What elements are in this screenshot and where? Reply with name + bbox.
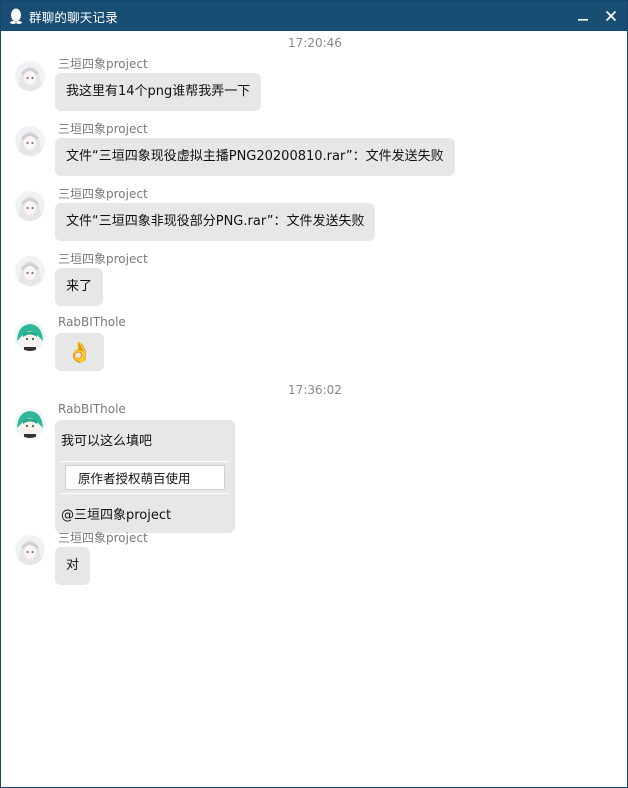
message-bubble[interactable]: 文件“三垣四象现役虚拟主播PNG20200810.rar”：文件发送失败: [55, 138, 455, 176]
emoji-bubble[interactable]: 👌: [55, 333, 104, 371]
timestamp: 17:36:02: [288, 383, 342, 397]
title-bar[interactable]: 群聊的聊天记录: [1, 1, 627, 31]
message-bubble[interactable]: 文件“三垣四象非现役部分PNG.rar”：文件发送失败: [55, 203, 376, 241]
avatar[interactable]: [15, 126, 45, 156]
minimize-button[interactable]: [569, 1, 597, 31]
avatar[interactable]: [15, 535, 45, 565]
avatar[interactable]: [15, 408, 45, 438]
chat-history-window: 群聊的聊天记录 17:20:46 三垣四象project 我这里有14个png谁…: [0, 0, 628, 788]
sender-name: 三垣四象project: [58, 531, 148, 545]
sender-name: RabBIThole: [58, 402, 126, 416]
close-icon: [605, 10, 617, 22]
mention-line: @三垣四象project: [61, 508, 172, 523]
sender-name: 三垣四象project: [58, 252, 148, 266]
sender-name: 三垣四象project: [58, 187, 148, 201]
message-list[interactable]: 17:20:46 三垣四象project 我这里有14个png谁帮我弄一下 三垣…: [1, 31, 627, 786]
close-button[interactable]: [597, 1, 625, 31]
sender-name: 三垣四象project: [58, 122, 148, 136]
avatar[interactable]: [15, 61, 45, 91]
avatar[interactable]: [15, 321, 45, 351]
sender-name: 三垣四象project: [58, 57, 148, 71]
quoted-text-content: 原作者授权萌百使用: [65, 465, 225, 490]
quoted-text: 原作者授权萌百使用: [61, 461, 229, 494]
message-bubble[interactable]: 我可以这么填吧 原作者授权萌百使用 @三垣四象project: [55, 420, 235, 533]
message-bubble[interactable]: 对: [55, 547, 91, 585]
message-bubble[interactable]: 我这里有14个png谁帮我弄一下: [55, 73, 262, 111]
window-title: 群聊的聊天记录: [29, 9, 118, 25]
minimize-icon: [578, 19, 588, 21]
penguin-icon: [10, 8, 22, 24]
timestamp: 17:20:46: [288, 36, 342, 50]
avatar[interactable]: [15, 256, 45, 286]
sender-name: RabBIThole: [58, 315, 126, 329]
avatar[interactable]: [15, 191, 45, 221]
message-line: 我可以这么填吧: [61, 434, 153, 449]
message-bubble[interactable]: 来了: [55, 268, 104, 306]
